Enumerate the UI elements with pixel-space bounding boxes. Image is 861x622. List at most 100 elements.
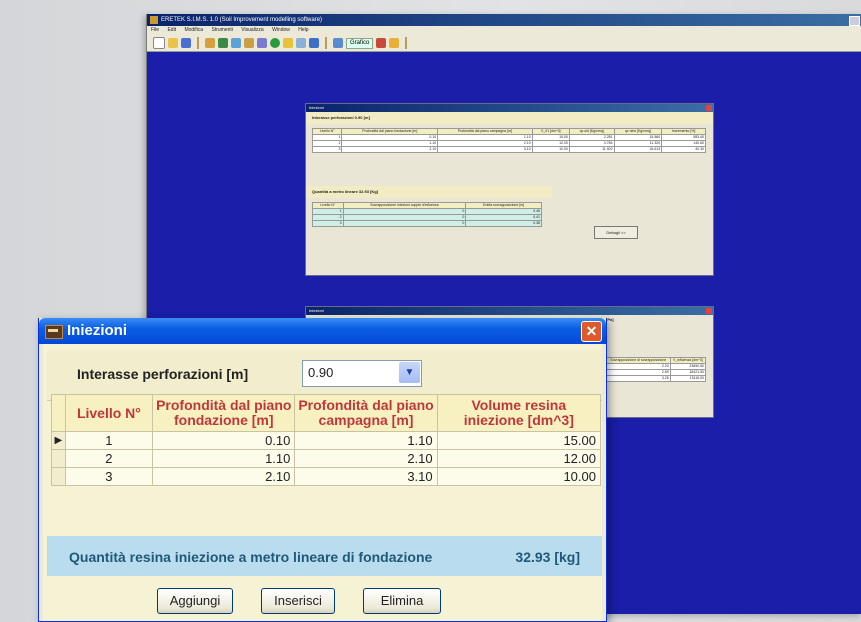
dettagli-button[interactable]: Dettagli >> [594, 226, 638, 239]
table-cell: 3.10 [437, 146, 533, 153]
table-row[interactable]: 2 1.10 2.10 12.00 [51, 449, 602, 468]
cell-campagna[interactable]: 2.10 [294, 449, 438, 468]
elimina-button[interactable]: Elimina [363, 588, 441, 614]
toolbar-separator [405, 37, 408, 49]
menu-visualizza[interactable]: Visualizza [241, 27, 263, 33]
table-cell: 40.30 [661, 146, 706, 153]
results-window-title: Iniezioni [309, 105, 324, 110]
menu-window[interactable]: Window [272, 27, 290, 33]
chevron-down-icon[interactable]: ▼ [399, 362, 420, 383]
column-header-livello[interactable]: Livello N° [64, 394, 154, 432]
cell-fondazione[interactable]: 0.10 [152, 431, 296, 450]
table-row[interactable]: ▶ 1 0.10 1.10 15.00 [51, 431, 602, 450]
print-icon[interactable] [376, 38, 387, 48]
cell-fondazione[interactable]: 1.10 [152, 449, 296, 468]
column-header: V_influenza [dm^3] [669, 357, 707, 364]
dialog-body: Interasse perforazioni [m] 0.90 ▼ Livell… [43, 344, 602, 621]
toolbar-separator [197, 37, 199, 49]
table-cell: 3 [311, 146, 343, 153]
warning-icon[interactable] [389, 38, 400, 48]
tool-icon[interactable] [205, 38, 215, 48]
iniezioni-table: Livello N° Profondità dal piano fondazio… [51, 394, 602, 486]
compass-icon[interactable] [257, 38, 267, 48]
arrow-icon[interactable] [296, 38, 306, 48]
table-icon[interactable] [333, 38, 343, 48]
row-selector[interactable] [51, 467, 66, 486]
table-row[interactable]: 3 2.10 3.10 10.00 11.902 16.613 40.30 [311, 146, 706, 153]
results-window: Iniezioni Interasse perforazioni 0.90 [m… [305, 103, 714, 276]
cell-volume[interactable]: 15.00 [436, 431, 602, 450]
quantita-label: Quantità resina iniezione a metro linear… [69, 549, 433, 565]
app-icon [150, 16, 158, 24]
cell-campagna[interactable]: 1.10 [294, 431, 438, 450]
iniezioni-dialog: Iniezioni ✕ Interasse perforazioni [m] 0… [38, 318, 607, 622]
menu-file[interactable]: File [151, 27, 159, 33]
menu-modifica[interactable]: Modifica [184, 27, 203, 33]
table-header-row: Livello N° Profondità dal piano fondazio… [311, 128, 706, 135]
grafico-button[interactable]: Grafico [346, 37, 374, 49]
cell-campagna[interactable]: 3.10 [294, 467, 438, 486]
dialog-title: Iniezioni [67, 322, 127, 339]
table-cell: 0 [342, 220, 467, 227]
save-icon[interactable] [181, 38, 191, 48]
inserisci-button[interactable]: Inserisci [261, 588, 335, 614]
second-window-title: Iniezioni [309, 308, 324, 313]
table-row[interactable]: 3.26 15115.00 [606, 375, 707, 382]
second-table: Sovrapposizione di sovrapposizione V_inf… [606, 357, 707, 382]
layers-icon[interactable] [218, 38, 228, 48]
app-title: ERETEK S.I.M.S. 1.0 (Soil Improvement mo… [161, 17, 323, 23]
menu-help[interactable]: Help [298, 27, 308, 33]
results-table: Livello N° Profondità dal piano fondazio… [311, 128, 706, 153]
results-quantita: Quantità a metro lineare 32.93 [Kg] [306, 186, 552, 198]
table-cell: 11.902 [568, 146, 615, 153]
table-cell: 15115.00 [669, 375, 707, 382]
cell-fondazione[interactable]: 2.10 [152, 467, 296, 486]
app-titlebar: ERETEK S.I.M.S. 1.0 (Soil Improvement mo… [147, 14, 861, 26]
table-cell: 3.26 [606, 375, 671, 382]
menu-edit[interactable]: Edit [167, 27, 176, 33]
cell-volume[interactable]: 10.00 [436, 467, 602, 486]
column-header-campagna[interactable]: Profondità dal piano campagna [m] [294, 394, 438, 432]
ruler-icon[interactable] [244, 38, 254, 48]
column-header: Sovrapposizione di sovrapposizione [606, 357, 671, 364]
row-indicator-icon[interactable]: ▶ [51, 431, 66, 450]
quantita-value: 32.93 [kg] [515, 549, 580, 565]
dialog-titlebar: Iniezioni ✕ [39, 318, 606, 344]
toolbar-separator [325, 37, 327, 49]
quantita-panel: Quantità resina iniezione a metro linear… [47, 536, 602, 576]
row-selector-header [51, 394, 66, 432]
second-window-unit: [Pa] [606, 317, 614, 322]
table-cell: 10.00 [531, 146, 570, 153]
results-close-icon[interactable] [706, 105, 712, 111]
open-folder-icon[interactable] [168, 38, 178, 48]
aggiungi-button[interactable]: Aggiungi [157, 588, 233, 614]
close-icon[interactable]: ✕ [581, 321, 602, 342]
app-close-button[interactable] [849, 16, 860, 26]
grid-icon[interactable] [231, 38, 241, 48]
row-selector[interactable] [51, 449, 66, 468]
toolbar: Grafico [147, 35, 861, 52]
interasse-value: 0.90 [308, 365, 334, 380]
second-close-icon[interactable] [706, 308, 712, 314]
overlap-table: Livello N° Sovrapposizione iniezioni cop… [312, 202, 542, 227]
table-cell: 3 [312, 220, 344, 227]
column-header-fondazione[interactable]: Profondità dal piano fondazione [m] [152, 394, 296, 432]
cell-livello[interactable]: 1 [64, 431, 154, 450]
cell-volume[interactable]: 12.00 [436, 449, 602, 468]
table-header-row: Sovrapposizione di sovrapposizione V_inf… [606, 357, 707, 364]
cell-livello[interactable]: 3 [64, 467, 154, 486]
table-row[interactable]: 3 2.10 3.10 10.00 [51, 467, 602, 486]
interasse-select[interactable]: 0.90 ▼ [302, 360, 422, 387]
cell-livello[interactable]: 2 [64, 449, 154, 468]
table-row[interactable]: 3 0 0.38 [312, 220, 542, 227]
results-interasse: Interasse perforazioni 0.90 [m] [306, 112, 713, 124]
new-file-icon[interactable] [153, 37, 165, 49]
interasse-label: Interasse perforazioni [m] [77, 366, 249, 382]
green-circle-icon[interactable] [270, 38, 280, 48]
menu-strumenti[interactable]: Strumenti [211, 27, 232, 33]
results-window-titlebar: Iniezioni [306, 104, 713, 112]
column-header-volume[interactable]: Volume resina iniezione [dm^3] [436, 394, 602, 432]
chart-line-icon[interactable] [309, 38, 319, 48]
second-window-titlebar: Iniezioni [306, 307, 713, 315]
layer-line-icon[interactable] [283, 38, 293, 48]
